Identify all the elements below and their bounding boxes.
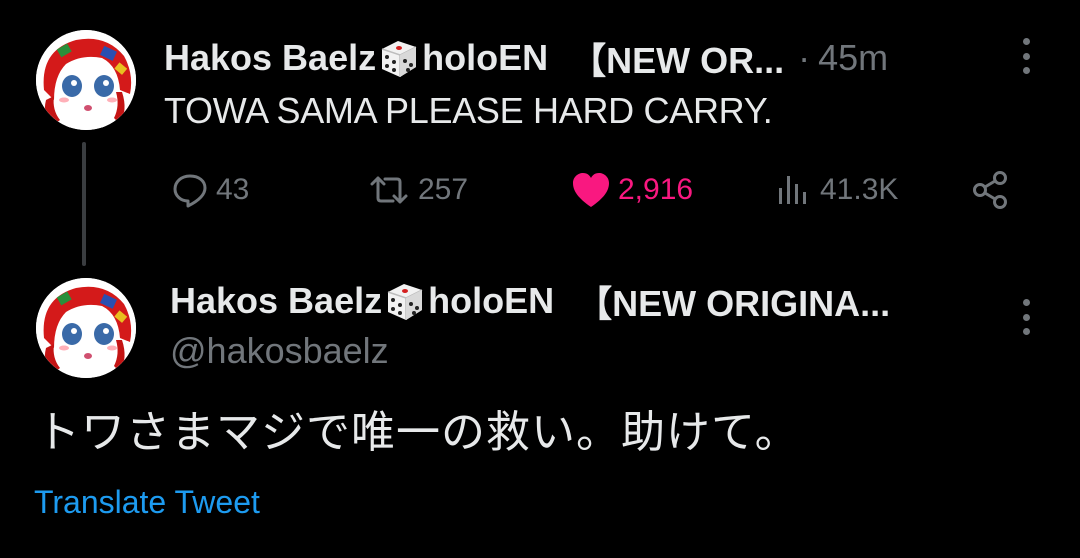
reply-icon [173, 174, 207, 208]
tweet-thread: Hakos Baelz holoEN 【NEW OR... · 45m TOWA… [0, 0, 1080, 558]
like-count: 2,916 [618, 173, 694, 206]
like-button[interactable]: 2,916 [570, 166, 693, 214]
thread-line [82, 142, 86, 266]
retweet-count: 257 [418, 173, 469, 206]
more-icon[interactable] [1016, 297, 1036, 337]
display-name-tag: 【NEW ORIGINA... [576, 283, 891, 324]
separator: · [798, 37, 811, 78]
display-name[interactable]: Hakos Baelz holoEN 【NEW ORIGINA... [170, 275, 890, 327]
views-button[interactable]: 41.3K [774, 166, 898, 214]
share-icon [973, 171, 1007, 209]
views-icon [779, 176, 806, 204]
share-button[interactable] [970, 166, 1018, 214]
display-name-text: Hakos Baelz [170, 280, 383, 321]
display-name-tag: 【NEW OR... [570, 40, 785, 81]
avatar[interactable] [36, 278, 136, 378]
tweet-text: トワさまマジで唯一の救い。助けて。 [36, 408, 800, 457]
translate-tweet-link[interactable]: Translate Tweet [34, 484, 260, 521]
tweet-text: TOWA SAMA PLEASE HARD CARRY. [164, 90, 773, 131]
views-count: 41.3K [820, 173, 899, 206]
dice-icon [381, 41, 417, 77]
heart-icon [573, 173, 609, 207]
tweet-header: Hakos Baelz holoEN 【NEW ORIGINA... [170, 279, 890, 324]
tweet-header: Hakos Baelz holoEN 【NEW OR... · 45m [164, 36, 888, 81]
retweet-button[interactable]: 257 [366, 166, 468, 214]
display-name[interactable]: Hakos Baelz holoEN 【NEW OR... [164, 32, 784, 84]
dice-icon [387, 284, 423, 320]
display-name-suffix: holoEN [428, 280, 555, 321]
retweet-icon [370, 176, 408, 204]
reply-count: 43 [216, 173, 250, 206]
user-handle[interactable]: @hakosbaelz [170, 330, 389, 372]
display-name-suffix: holoEN [422, 37, 549, 78]
more-icon[interactable] [1016, 36, 1036, 76]
avatar[interactable] [36, 30, 136, 130]
reply-button[interactable]: 43 [170, 166, 249, 214]
display-name-text: Hakos Baelz [164, 37, 377, 78]
timestamp[interactable]: 45m [818, 37, 888, 79]
tweet-actions: 43 257 2,916 41.3K [164, 166, 1024, 214]
